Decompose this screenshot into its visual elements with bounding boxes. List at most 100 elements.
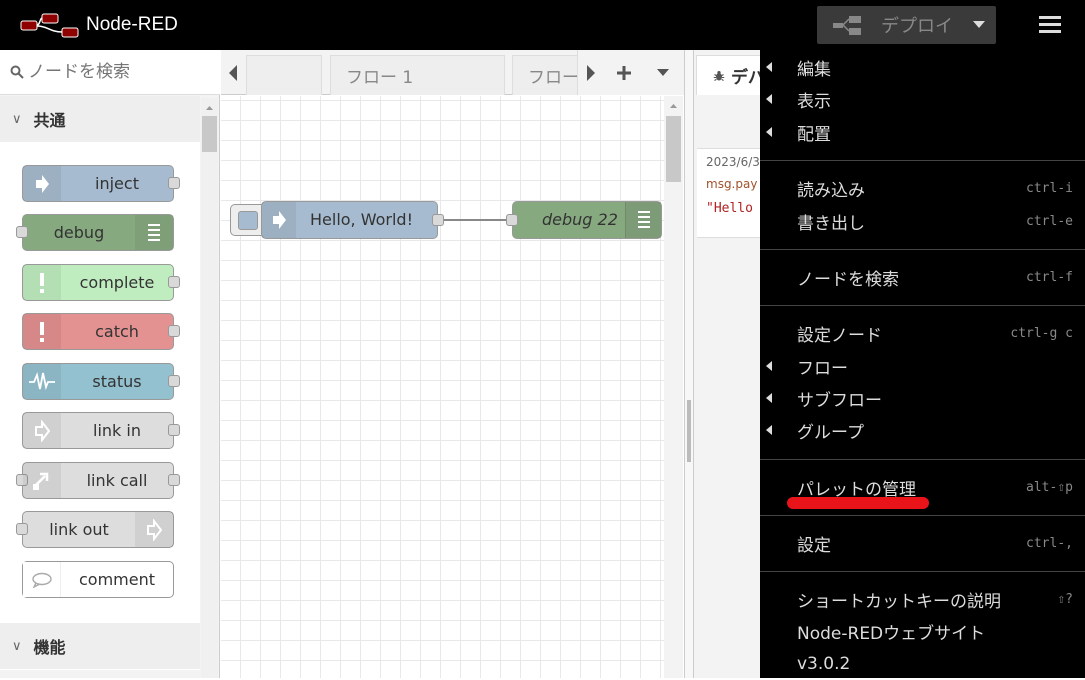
menu-item-config-nodes[interactable]: 設定ノード ctrl-g c — [760, 317, 1085, 349]
scroll-up-icon — [206, 106, 213, 110]
palette-node-debug[interactable]: debug — [16, 214, 174, 251]
palette-scrollbar[interactable] — [201, 98, 218, 678]
version-label: v3.0.2 — [797, 654, 851, 674]
palette-node-link-call[interactable]: link call — [16, 462, 180, 499]
deploy-button[interactable]: デプロイ — [817, 6, 996, 44]
menu-item-label: パレットの管理 — [797, 479, 916, 500]
app-title: Node-RED — [86, 14, 178, 35]
tab-scroll-left-button[interactable] — [221, 50, 245, 95]
output-port[interactable] — [168, 375, 180, 387]
node-label: comment — [78, 570, 155, 589]
deploy-icon — [833, 16, 861, 35]
debug-message[interactable]: 2023/6/3 msg.pay "Hello — [697, 148, 767, 238]
menu-item-website[interactable]: Node-REDウェブサイト — [760, 615, 1085, 647]
add-flow-button[interactable] — [611, 50, 637, 95]
output-port[interactable] — [432, 214, 444, 226]
menu-item-label: 設定ノード — [797, 325, 882, 346]
list-icon — [135, 215, 173, 250]
output-port[interactable] — [168, 177, 180, 189]
palette-node-link-out[interactable]: link out — [16, 511, 174, 548]
menu-shortcut: ⇧? — [1057, 591, 1073, 607]
node-label: status — [92, 372, 142, 391]
menu-item-subflows[interactable]: サブフロー — [760, 382, 1085, 414]
menu-item-export[interactable]: 書き出し ctrl-e — [760, 205, 1085, 237]
menu-divider — [760, 459, 1085, 460]
node-palette: ∨ 共通 inject debug complete — [0, 50, 220, 678]
tab-flow-2[interactable]: フロー — [512, 55, 582, 95]
submenu-caret-icon — [766, 425, 772, 435]
menu-item-search[interactable]: ノードを検索 ctrl-f — [760, 261, 1085, 293]
deploy-dropdown-button[interactable] — [962, 6, 996, 44]
canvas-scroll-thumb[interactable] — [666, 116, 681, 182]
palette-node-comment[interactable]: comment — [22, 561, 174, 598]
chevron-down-icon: ∨ — [12, 111, 22, 127]
tab-debug[interactable]: デバ — [696, 55, 766, 95]
menu-item-keyboard-shortcuts[interactable]: ショートカットキーの説明 ⇧? — [760, 583, 1085, 615]
tab-scroll-right-button[interactable] — [578, 50, 604, 95]
menu-item-groups[interactable]: グループ — [760, 414, 1085, 446]
debug-toggle-button[interactable] — [625, 202, 661, 238]
flow-node-debug[interactable]: debug 22 — [506, 201, 662, 239]
caret-down-icon — [973, 21, 985, 28]
chevron-down-icon: ∨ — [12, 638, 22, 654]
sidebar: デバ 2023/6/3 msg.pay "Hello — [694, 50, 767, 678]
menu-item-view[interactable]: 表示 — [760, 83, 1085, 115]
flow-list-button[interactable] — [650, 50, 676, 95]
output-port[interactable] — [168, 424, 180, 436]
output-port[interactable] — [168, 276, 180, 288]
arrow-right-icon — [23, 166, 61, 201]
menu-item-arrange[interactable]: 配置 — [760, 116, 1085, 148]
bug-icon — [713, 70, 725, 81]
scroll-up-icon — [670, 104, 677, 108]
menu-item-settings[interactable]: 設定 ctrl-, — [760, 527, 1085, 559]
sidebar-separator[interactable] — [684, 50, 694, 678]
menu-item-edit[interactable]: 編集 — [760, 51, 1085, 83]
node-label: link in — [93, 421, 141, 440]
deploy-label: デプロイ — [881, 16, 953, 37]
menu-item-label: 読み込み — [797, 180, 865, 201]
palette-node-catch[interactable]: catch — [22, 313, 180, 350]
category-common[interactable]: ∨ 共通 — [0, 96, 200, 142]
palette-scroll-thumb[interactable] — [202, 116, 217, 152]
menu-divider — [760, 571, 1085, 572]
menu-item-import[interactable]: 読み込み ctrl-i — [760, 172, 1085, 204]
menu-shortcut: alt-⇧p — [1026, 479, 1073, 495]
tab-label: フロー — [528, 68, 579, 88]
main-menu-button[interactable] — [1033, 13, 1067, 37]
menu-item-flows[interactable]: フロー — [760, 350, 1085, 382]
palette-node-inject[interactable]: inject — [22, 165, 180, 202]
category-function[interactable]: ∨ 機能 — [0, 623, 200, 669]
menu-item-label: グループ — [797, 422, 864, 443]
palette-search-input[interactable] — [28, 62, 208, 82]
input-port[interactable] — [506, 214, 518, 226]
menu-item-label: 編集 — [797, 59, 831, 80]
arrow-right-icon — [262, 202, 296, 238]
menu-shortcut: ctrl-e — [1026, 213, 1073, 229]
output-port[interactable] — [168, 325, 180, 337]
main-menu: 編集 表示 配置 読み込み ctrl-i 書き出し ctrl-e ノードを検索 … — [760, 50, 1085, 678]
palette-node-status[interactable]: status — [22, 363, 180, 400]
palette-node-complete[interactable]: complete — [22, 264, 180, 301]
menu-item-label: 表示 — [797, 91, 831, 112]
menu-item-label: 書き出し — [797, 213, 865, 234]
caret-left-icon — [228, 64, 237, 81]
menu-divider — [760, 305, 1085, 306]
palette-node-link-in[interactable]: link in — [22, 412, 180, 449]
node-label: link out — [49, 520, 109, 539]
menu-item-label: ノードを検索 — [797, 269, 899, 290]
canvas-scrollbar[interactable] — [664, 96, 683, 678]
node-label: debug — [53, 223, 105, 242]
flow-canvas[interactable]: Hello, World! debug 22 — [221, 96, 664, 678]
comment-icon — [23, 562, 61, 597]
list-icon — [637, 211, 650, 228]
menu-bar-icon — [1039, 16, 1061, 19]
output-port[interactable] — [168, 474, 180, 486]
app-logo: Node-RED — [20, 12, 178, 38]
highlight-underline — [787, 497, 929, 509]
flow-node-inject[interactable]: Hello, World! — [261, 201, 444, 239]
flow-wire[interactable] — [437, 219, 513, 221]
palette-search — [0, 50, 220, 95]
separator-grip[interactable] — [687, 400, 691, 462]
tab-flow-1[interactable]: フロー 1 — [330, 55, 505, 95]
tab-flow-0[interactable] — [246, 55, 322, 95]
